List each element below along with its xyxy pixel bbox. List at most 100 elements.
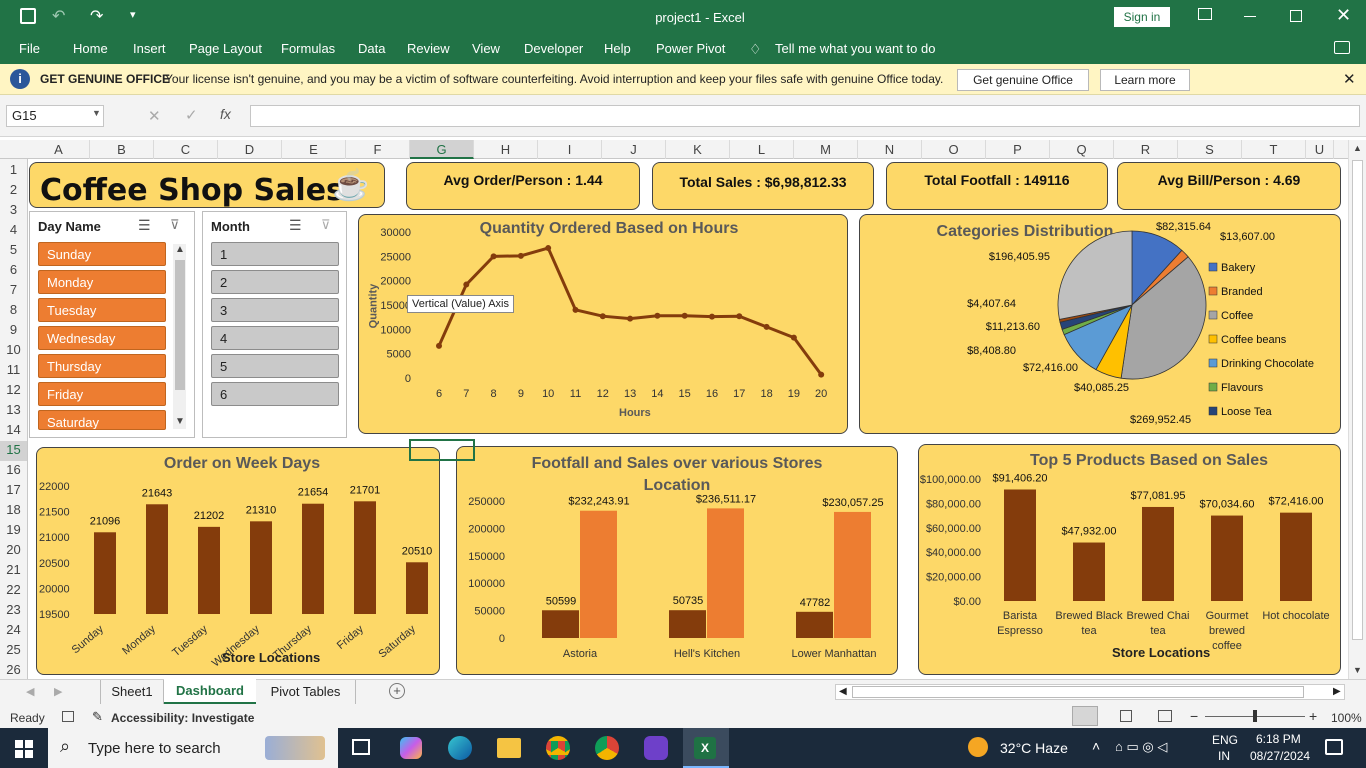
close-warning-icon[interactable]: ✕ xyxy=(1343,70,1356,88)
customize-toolbar-icon[interactable]: ▾ xyxy=(130,8,136,21)
slicer-item-month-3[interactable]: 3 xyxy=(211,298,339,322)
sheet-tab-pivot-tables[interactable]: Pivot Tables xyxy=(256,680,356,704)
column-header-S[interactable]: S xyxy=(1178,140,1242,159)
vertical-scrollbar[interactable]: ▲ ▼ xyxy=(1348,140,1366,679)
column-header-J[interactable]: J xyxy=(602,140,666,159)
row-header-6[interactable]: 6 xyxy=(0,261,27,281)
row-header-4[interactable]: 4 xyxy=(0,221,27,241)
scroll-thumb[interactable] xyxy=(175,260,185,390)
footfall-sales-chart[interactable]: Footfall and Sales over various Stores L… xyxy=(456,446,898,675)
cancel-icon[interactable]: ✕ xyxy=(148,107,161,125)
tray-icons[interactable]: ⌂ ▭ ◎ ◁ xyxy=(1115,739,1167,755)
normal-view-icon[interactable] xyxy=(1072,706,1098,726)
row-header-16[interactable]: 16 xyxy=(0,461,27,481)
column-header-F[interactable]: F xyxy=(346,140,410,159)
row-header-3[interactable]: 3 xyxy=(0,201,27,221)
chrome-profile-icon[interactable] xyxy=(595,736,619,760)
language-indicator[interactable]: ENG xyxy=(1212,733,1238,747)
maximize-button[interactable] xyxy=(1290,10,1302,22)
day-name-slicer[interactable]: Day Name ☰ ⊽ ▲ ▼ Sunday Monday Tuesday Wedn… xyxy=(29,211,195,438)
row-header-8[interactable]: 8 xyxy=(0,301,27,321)
weather-text[interactable]: 32°C Haze xyxy=(1000,740,1068,756)
column-header-A[interactable]: A xyxy=(28,140,90,159)
tab-developer[interactable]: Developer xyxy=(524,41,583,56)
get-genuine-office-button[interactable]: Get genuine Office xyxy=(957,69,1089,91)
scroll-up-icon[interactable]: ▲ xyxy=(1353,143,1362,153)
tab-data[interactable]: Data xyxy=(358,41,385,56)
edge-icon[interactable] xyxy=(448,736,472,760)
learn-more-button[interactable]: Learn more xyxy=(1100,69,1190,91)
column-header-C[interactable]: C xyxy=(154,140,218,159)
slicer-item-monday[interactable]: Monday xyxy=(38,270,166,294)
close-button[interactable]: ✕ xyxy=(1336,5,1351,26)
slicer-item-month-6[interactable]: 6 xyxy=(211,382,339,406)
weekday-orders-chart[interactable]: Order on Week Days 22000 21500 21000 20500 2… xyxy=(36,447,440,675)
tab-home[interactable]: Home xyxy=(73,41,108,56)
slicer-item-month-4[interactable]: 4 xyxy=(211,326,339,350)
github-icon[interactable] xyxy=(644,736,668,760)
ribbon-display-icon[interactable] xyxy=(1198,8,1212,20)
redo-icon[interactable]: ↷ xyxy=(90,6,103,26)
sign-in-button[interactable]: Sign in xyxy=(1114,7,1170,27)
row-header-18[interactable]: 18 xyxy=(0,501,27,521)
slicer-item-tuesday[interactable]: Tuesday xyxy=(38,298,166,322)
page-break-view-icon[interactable] xyxy=(1158,710,1172,722)
worksheet-grid[interactable]: Coffee Shop Sales ☕ Avg Order/Person : 1… xyxy=(28,159,1348,679)
row-header-15[interactable]: 15 xyxy=(0,441,27,461)
slicer-item-month-5[interactable]: 5 xyxy=(211,354,339,378)
month-slicer[interactable]: Month ☰ ⊽ 1 2 3 4 5 6 xyxy=(202,211,347,438)
tab-help[interactable]: Help xyxy=(604,41,631,56)
zoom-level[interactable]: 100% xyxy=(1331,711,1362,725)
column-header-E[interactable]: E xyxy=(282,140,346,159)
top-products-chart[interactable]: Top 5 Products Based on Sales $100,000.0… xyxy=(918,444,1341,675)
column-header-O[interactable]: O xyxy=(922,140,986,159)
selected-cell[interactable] xyxy=(409,439,475,461)
column-header-G[interactable]: G xyxy=(410,140,474,159)
windows-start-icon[interactable] xyxy=(15,740,33,758)
multi-select-icon[interactable]: ☰ xyxy=(138,217,151,234)
row-header-26[interactable]: 26 xyxy=(0,661,27,681)
column-header-B[interactable]: B xyxy=(90,140,154,159)
column-header-L[interactable]: L xyxy=(730,140,794,159)
minimize-button[interactable] xyxy=(1244,16,1256,17)
column-header-M[interactable]: M xyxy=(794,140,858,159)
scroll-up-icon[interactable]: ▲ xyxy=(175,244,185,255)
column-header-R[interactable]: R xyxy=(1114,140,1178,159)
row-header-21[interactable]: 21 xyxy=(0,561,27,581)
scroll-right-icon[interactable]: ▶ xyxy=(1333,686,1341,697)
scroll-down-icon[interactable]: ▼ xyxy=(1353,665,1362,675)
row-header-20[interactable]: 20 xyxy=(0,541,27,561)
clock-time[interactable]: 6:18 PM xyxy=(1256,732,1301,746)
row-header-11[interactable]: 11 xyxy=(0,361,27,381)
slicer-item-thursday[interactable]: Thursday xyxy=(38,354,166,378)
clock-date[interactable]: 08/27/2024 xyxy=(1250,749,1310,763)
row-header-2[interactable]: 2 xyxy=(0,181,27,201)
multi-select-icon[interactable]: ☰ xyxy=(289,217,302,234)
slicer-item-saturday[interactable]: Saturday xyxy=(38,410,166,430)
search-placeholder[interactable]: Type here to search xyxy=(88,740,221,757)
sheet-tab-dashboard[interactable]: Dashboard xyxy=(164,679,256,704)
column-header-U[interactable]: U xyxy=(1306,140,1334,159)
row-header-10[interactable]: 10 xyxy=(0,341,27,361)
task-view-icon[interactable] xyxy=(352,739,370,755)
column-header-I[interactable]: I xyxy=(538,140,602,159)
column-header-D[interactable]: D xyxy=(218,140,282,159)
tab-formulas[interactable]: Formulas xyxy=(281,41,335,56)
formula-input[interactable] xyxy=(250,105,1360,127)
column-header-H[interactable]: H xyxy=(474,140,538,159)
scroll-down-icon[interactable]: ▼ xyxy=(175,416,185,427)
tab-page-layout[interactable]: Page Layout xyxy=(189,41,262,56)
h-scroll-thumb[interactable] xyxy=(852,686,1304,698)
scroll-thumb[interactable] xyxy=(1352,160,1363,640)
row-header-22[interactable]: 22 xyxy=(0,581,27,601)
categories-pie-chart[interactable]: Categories Distribution $82,315.64 $13,60… xyxy=(859,214,1341,434)
row-header-25[interactable]: 25 xyxy=(0,641,27,661)
zoom-out-icon[interactable]: − xyxy=(1190,708,1198,724)
slicer-item-sunday[interactable]: Sunday xyxy=(38,242,166,266)
macro-record-icon[interactable] xyxy=(62,711,74,722)
tray-chevron-icon[interactable]: ˄ xyxy=(1092,738,1100,754)
enter-icon[interactable]: ✓ xyxy=(185,106,198,124)
name-box[interactable]: G15 xyxy=(6,105,104,127)
file-explorer-icon[interactable] xyxy=(497,738,521,758)
column-header-P[interactable]: P xyxy=(986,140,1050,159)
